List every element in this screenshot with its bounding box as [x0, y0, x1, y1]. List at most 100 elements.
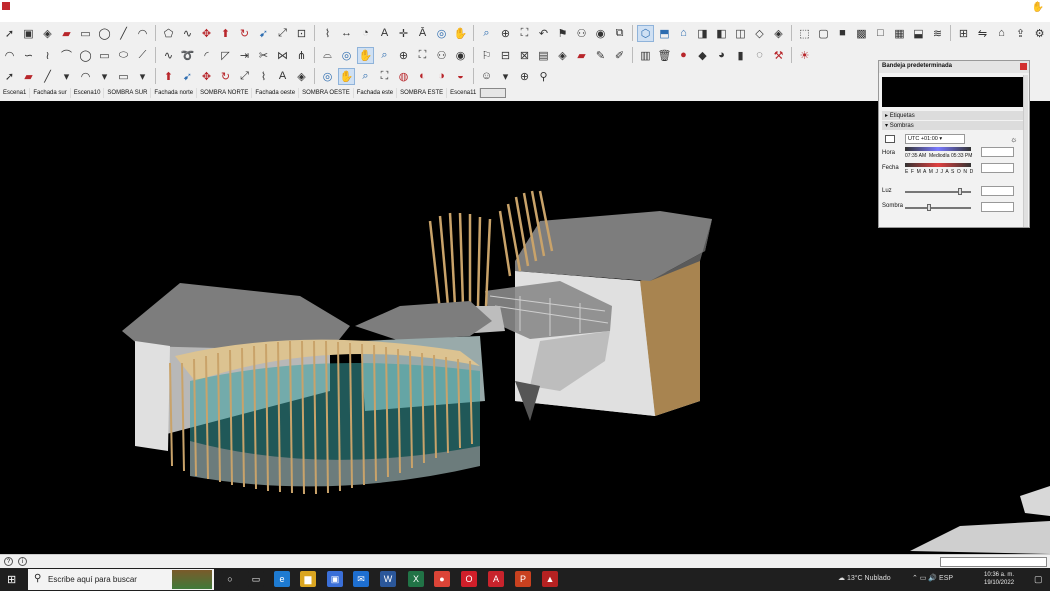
scene-icon[interactable]: ◍	[395, 68, 412, 85]
acrobat-icon[interactable]: A	[488, 571, 504, 587]
axes-icon[interactable]: ✛	[395, 25, 412, 42]
store-icon[interactable]: ▣	[327, 571, 343, 587]
orbit-icon[interactable]: ◎	[319, 68, 336, 85]
mail-icon[interactable]: ✉	[353, 571, 369, 587]
cortana-icon[interactable]: ○	[222, 571, 238, 587]
scene-tab[interactable]: Escena1	[0, 87, 31, 98]
push-pull-icon[interactable]: ⬆	[160, 68, 177, 85]
rect-icon[interactable]: ▭	[77, 25, 94, 42]
pan-icon[interactable]: ✋	[452, 25, 469, 42]
scene4-icon[interactable]: ◒	[452, 68, 469, 85]
scene-tab[interactable]: Fachada oeste	[252, 87, 300, 98]
bezier-icon[interactable]: ∽	[20, 47, 37, 64]
sandbox-icon[interactable]: ▦	[891, 25, 908, 42]
textured-icon[interactable]: ▩	[853, 25, 870, 42]
geo-location-icon[interactable]: ?	[4, 557, 13, 566]
luz-slider[interactable]	[905, 188, 971, 195]
arc-icon[interactable]: ◠	[134, 25, 151, 42]
ellipse-icon[interactable]: ⬭	[115, 47, 132, 64]
scene-tab[interactable]: SOMBRA OESTE	[299, 87, 354, 98]
scene-tab[interactable]: Escena11	[447, 87, 481, 98]
section-plane-icon[interactable]: ⊟	[497, 47, 514, 64]
protractor-icon[interactable]: ◔	[357, 25, 374, 42]
polyline-icon[interactable]: ⟋	[134, 47, 151, 64]
freehand-icon[interactable]: ∿	[179, 25, 196, 42]
notification-icon[interactable]: ▢	[1034, 574, 1043, 585]
dropdown-icon[interactable]: ▾	[134, 68, 151, 85]
extend-icon[interactable]: ⇥	[236, 47, 253, 64]
eraser-icon[interactable]: ▰	[573, 47, 590, 64]
spline-icon[interactable]: ≀	[39, 47, 56, 64]
rotate-icon[interactable]: ↻	[236, 25, 253, 42]
measurements-box[interactable]	[940, 557, 1047, 567]
scene-tab[interactable]: SOMBRA NORTE	[197, 87, 253, 98]
zoom-window-icon[interactable]: ⊕	[395, 47, 412, 64]
fill-icon[interactable]: ◕	[713, 47, 730, 64]
compass-icon[interactable]: ⊕	[516, 68, 533, 85]
tape-icon[interactable]: ⌇	[319, 25, 336, 42]
dropdown-icon[interactable]: ▾	[96, 68, 113, 85]
3d-text-icon[interactable]: Ā	[414, 25, 431, 42]
scale-icon[interactable]: ⤢	[236, 68, 253, 85]
pan-icon[interactable]: ✋	[338, 67, 355, 85]
previous-icon[interactable]: ↶	[535, 25, 552, 42]
xray-icon[interactable]: ◇	[751, 25, 768, 42]
text-icon[interactable]: A	[274, 68, 291, 85]
position-camera-icon[interactable]: ⚑	[554, 25, 571, 42]
eraser-icon[interactable]: ▰	[58, 25, 75, 42]
scene-tab[interactable]: Fachada norte	[151, 87, 198, 98]
stamp-icon[interactable]: ⬓	[910, 25, 927, 42]
move-icon[interactable]: ✥	[198, 68, 215, 85]
powerpoint-icon[interactable]: P	[515, 571, 531, 587]
sphere-icon[interactable]: ●	[675, 47, 692, 64]
look-around-icon[interactable]: ◉	[592, 25, 609, 42]
user-icon[interactable]: ☺	[478, 68, 495, 85]
fix-icon[interactable]: ⚒	[770, 47, 787, 64]
select-icon[interactable]: ➚	[1, 68, 18, 85]
hidden-line-icon[interactable]: ▢	[815, 25, 832, 42]
location-icon[interactable]: ⚲	[535, 68, 552, 85]
join-icon[interactable]: ⋈	[274, 47, 291, 64]
scene-tab[interactable]	[480, 87, 507, 98]
trash-icon[interactable]: 🗑	[656, 47, 673, 64]
windows-start-icon[interactable]: ⊞	[7, 573, 16, 586]
push-pull-icon[interactable]: ⬆	[217, 25, 234, 42]
fecha-input[interactable]	[981, 163, 1014, 173]
timezone-select[interactable]: UTC +01:00 ▾	[905, 134, 965, 144]
scene2-icon[interactable]: ◐	[414, 68, 431, 85]
hand-icon[interactable]: ✋	[1032, 2, 1044, 13]
follow-me-icon[interactable]: ➹	[179, 68, 196, 85]
paint-icon[interactable]: ◈	[293, 68, 310, 85]
section-sombras[interactable]: ▾ Sombras	[882, 121, 1023, 130]
edge-icon[interactable]: e	[274, 571, 290, 587]
dimension-icon[interactable]: ↔	[338, 25, 355, 42]
ghost-icon[interactable]: ◌	[751, 47, 768, 64]
zoom-icon[interactable]: ⌕	[357, 68, 374, 85]
select-icon[interactable]: ➚	[1, 25, 18, 42]
chrome-icon[interactable]: ●	[434, 571, 450, 587]
front-view-icon[interactable]: ⌂	[675, 25, 692, 42]
eraser-icon[interactable]: ▰	[20, 68, 37, 85]
layer-icon[interactable]: ▥	[637, 47, 654, 64]
info-icon[interactable]: i	[18, 557, 27, 566]
tape-icon[interactable]: ⌇	[255, 68, 272, 85]
scene-tab[interactable]: Fachada sur	[30, 87, 71, 98]
text-icon[interactable]: A	[376, 25, 393, 42]
top-view-icon[interactable]: ⬒	[656, 25, 673, 42]
zoom-extents-icon[interactable]: ⛶	[414, 47, 431, 64]
opera-icon[interactable]: O	[461, 571, 477, 587]
position-icon[interactable]: ⚐	[478, 47, 495, 64]
shadow-toggle-icon[interactable]	[885, 135, 895, 143]
luz-input[interactable]	[981, 186, 1014, 196]
line-icon[interactable]: ╱	[115, 25, 132, 42]
back-edges-icon[interactable]: ◈	[770, 25, 787, 42]
zoom-icon[interactable]: ⌕	[376, 47, 393, 64]
sombra-slider-knob[interactable]	[926, 204, 931, 211]
weather-widget[interactable]: ☁ 13°C Nublado	[838, 574, 891, 582]
zoom-icon[interactable]: ⌕	[478, 25, 495, 42]
shaded-icon[interactable]: ■	[834, 25, 851, 42]
section-icon[interactable]: ⧉	[611, 25, 628, 42]
hand-icon[interactable]: ✋	[357, 46, 374, 64]
zoom-window-icon[interactable]: ⊕	[497, 25, 514, 42]
pencil-icon[interactable]: ✎	[592, 47, 609, 64]
